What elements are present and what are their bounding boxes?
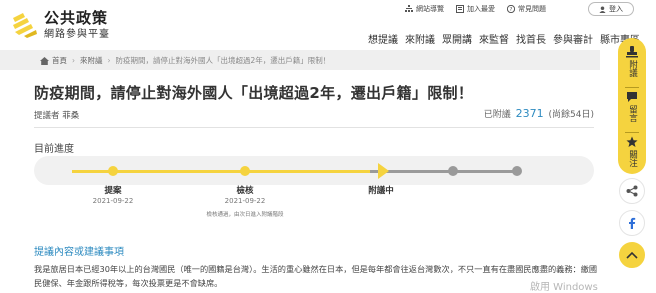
sidebar-divider	[625, 87, 639, 88]
brand-name: 公共政策	[44, 9, 109, 27]
nav-supervise[interactable]: 來監督	[479, 31, 509, 46]
progress-label: 目前進度	[34, 144, 74, 155]
attach-number: 2371	[515, 107, 544, 120]
main-nav: 想提議 來附議 眾開講 來監督 找首長 參與審計 縣市專區	[368, 31, 647, 46]
action-sidebar: 附議 留言 關注	[618, 38, 646, 174]
brand[interactable]: 公共政策 網路參與平臺	[44, 10, 110, 42]
sign-icon	[626, 46, 638, 58]
attach-count: 已附議 2371 (尚餘54日)	[484, 107, 594, 120]
progress-arrow-icon	[378, 163, 389, 179]
star-icon	[626, 136, 638, 147]
brand-subtitle: 網路參與平臺	[44, 29, 110, 40]
favorite-link[interactable]: 加入最愛	[456, 4, 495, 14]
step-dot-next	[448, 166, 458, 176]
nav-propose[interactable]: 想提議	[368, 31, 398, 46]
breadcrumb: 首頁 › 來附議 › 防疫期間，請停止對海外國人「出境超過2年，遷出戶籍」限制！	[40, 55, 330, 66]
proposer: 提議者 菲桑	[34, 111, 80, 121]
user-icon	[599, 5, 606, 13]
nav-forum[interactable]: 眾開講	[442, 31, 472, 46]
divider	[34, 127, 594, 128]
step-date-proposal: 2021-09-22	[92, 197, 134, 205]
sitemap-label: 網站導覽	[416, 5, 444, 13]
share-icon	[626, 185, 638, 197]
chevron-up-icon	[626, 251, 638, 259]
svg-text:?: ?	[510, 7, 513, 13]
step-name-endorsing: 附議中	[368, 186, 394, 196]
share-button[interactable]	[619, 178, 645, 204]
utility-links: 網站導覽 加入最愛 ? 常見問題	[405, 4, 558, 14]
login-label: 登入	[609, 5, 623, 13]
help-icon: ?	[507, 5, 515, 13]
sidebar-label-follow: 關注	[618, 150, 646, 167]
breadcrumb-separator: ›	[107, 56, 111, 65]
comment-icon	[627, 92, 637, 102]
sidebar-label-comment: 留言	[618, 105, 646, 122]
home-icon	[40, 56, 49, 65]
step-note-review: 檢核通過，由次日進入附議階段	[206, 212, 284, 218]
sidebar-divider	[625, 132, 639, 133]
breadcrumb-separator: ›	[72, 56, 75, 65]
breadcrumb-endorse[interactable]: 來附議	[80, 55, 103, 66]
step-dot-last	[512, 166, 522, 176]
favorite-label: 加入最愛	[467, 5, 495, 13]
progress-pending-line	[370, 170, 520, 173]
sitemap-icon	[405, 5, 413, 12]
step-name-proposal: 提案	[104, 186, 122, 196]
windows-activation-watermark: 啟用 Windows	[530, 282, 598, 293]
sitemap-link[interactable]: 網站導覽	[405, 4, 444, 14]
sidebar-label-follow-text: 關注	[627, 150, 638, 167]
facebook-icon	[629, 217, 636, 229]
attach-remaining: (尚餘54日)	[548, 110, 594, 120]
logo-icon[interactable]	[10, 10, 40, 40]
proposal-body: 我是旅居日本已經30年以上的台灣國民（唯一的國籍是台灣）。生活的重心雖然在日本，…	[34, 264, 598, 288]
breadcrumb-home[interactable]: 首頁	[52, 55, 67, 66]
sidebar-label-sign-text: 附議	[627, 60, 638, 77]
nav-endorse[interactable]: 來附議	[405, 31, 435, 46]
step-date-review: 2021-09-22	[224, 197, 266, 205]
faq-link[interactable]: ? 常見問題	[507, 4, 546, 14]
breadcrumb-current: 防疫期間，請停止對海外國人「出境超過2年，遷出戶籍」限制！	[115, 56, 331, 65]
favorite-icon	[456, 5, 464, 13]
attach-prefix: 已附議	[483, 110, 511, 120]
site-header: 公共政策 網路參與平臺 網站導覽 加入最愛 ? 常見問題 登入 想提議 來附議 …	[0, 0, 656, 50]
step-dot-proposal	[108, 166, 118, 176]
faq-label: 常見問題	[518, 5, 546, 13]
section-title: 提議內容或建議事項	[34, 247, 124, 258]
nav-audit[interactable]: 參與審計	[553, 31, 593, 46]
step-name-review: 檢核	[236, 186, 254, 196]
page-title: 防疫期間，請停止對海外國人「出境超過2年，遷出戶籍」限制！	[34, 84, 474, 102]
back-to-top-button[interactable]	[619, 242, 645, 268]
facebook-button[interactable]	[619, 210, 645, 236]
step-dot-review	[240, 166, 250, 176]
nav-officials[interactable]: 找首長	[516, 31, 546, 46]
sidebar-label-comment-text: 留言	[627, 105, 638, 122]
breadcrumb-bar: 首頁 › 來附議 › 防疫期間，請停止對海外國人「出境超過2年，遷出戶籍」限制！	[0, 50, 600, 70]
sidebar-label-sign: 附議	[618, 60, 646, 77]
login-button[interactable]: 登入	[588, 2, 634, 16]
